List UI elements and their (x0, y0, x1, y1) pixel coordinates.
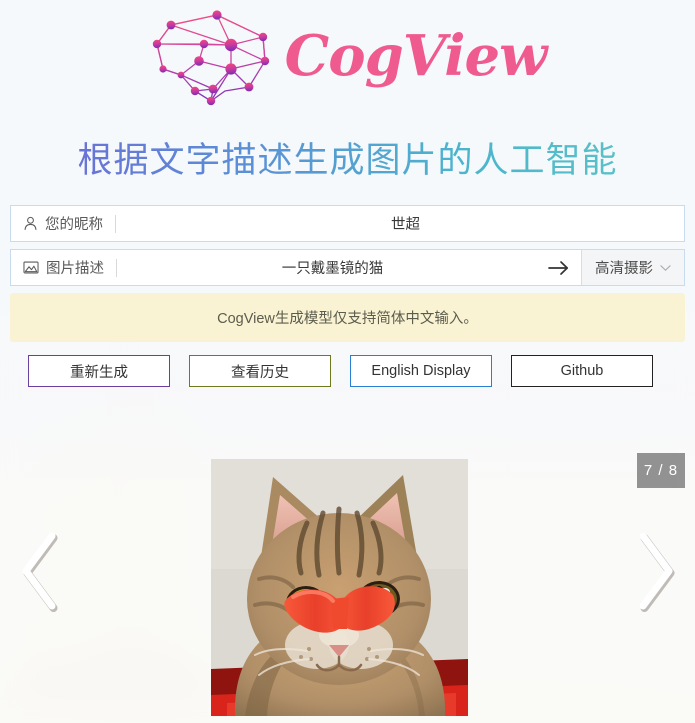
gallery-counter-badge: 7 / 8 (637, 453, 685, 488)
description-affix: 图片描述 (11, 250, 128, 285)
english-display-button-label: English Display (371, 363, 471, 379)
nickname-label: 您的昵称 (45, 217, 103, 233)
arrow-right-icon (548, 260, 569, 275)
action-button-row: 重新生成 查看历史 English Display Github (0, 342, 695, 387)
view-history-button[interactable]: 查看历史 (189, 355, 331, 387)
gallery-prev-button[interactable] (14, 528, 68, 614)
chevron-left-icon (22, 532, 58, 612)
user-icon (24, 216, 37, 231)
generated-image[interactable] (211, 459, 468, 716)
submit-arrow-button[interactable] (537, 250, 581, 285)
chevron-right-icon (639, 532, 675, 612)
github-button[interactable]: Github (511, 355, 653, 387)
notice-banner: CogView生成模型仅支持简体中文输入。 (10, 293, 685, 342)
generation-form: 您的昵称 图片描述 高清摄影 (0, 205, 695, 286)
image-gallery: 7 / 8 (0, 387, 695, 716)
description-label: 图片描述 (46, 261, 104, 277)
description-field-row: 图片描述 高清摄影 (10, 249, 685, 286)
nickname-field-row: 您的昵称 (10, 205, 685, 242)
view-history-button-label: 查看历史 (231, 364, 289, 381)
nickname-input[interactable] (127, 206, 684, 241)
image-icon (23, 261, 39, 274)
style-select-value: 高清摄影 (595, 261, 653, 277)
app-header: CogView (0, 0, 695, 118)
description-input[interactable] (128, 250, 537, 285)
brand-wordmark: CogView (284, 23, 548, 89)
gallery-next-button[interactable] (627, 528, 681, 614)
style-select[interactable]: 高清摄影 (581, 249, 685, 286)
field-divider (116, 258, 117, 277)
field-divider (115, 214, 116, 233)
page-subtitle: 根据文字描述生成图片的人工智能 (0, 118, 695, 205)
cat-with-sunglasses-illustration (211, 459, 468, 716)
github-button-label: Github (560, 363, 604, 379)
nickname-affix: 您的昵称 (11, 206, 127, 241)
notice-text: CogView生成模型仅支持简体中文输入。 (217, 311, 478, 327)
regenerate-button-label: 重新生成 (70, 364, 128, 381)
regenerate-button[interactable]: 重新生成 (28, 355, 170, 387)
brain-network-icon (152, 10, 269, 106)
english-display-button[interactable]: English Display (350, 355, 492, 387)
chevron-down-icon (660, 264, 671, 271)
